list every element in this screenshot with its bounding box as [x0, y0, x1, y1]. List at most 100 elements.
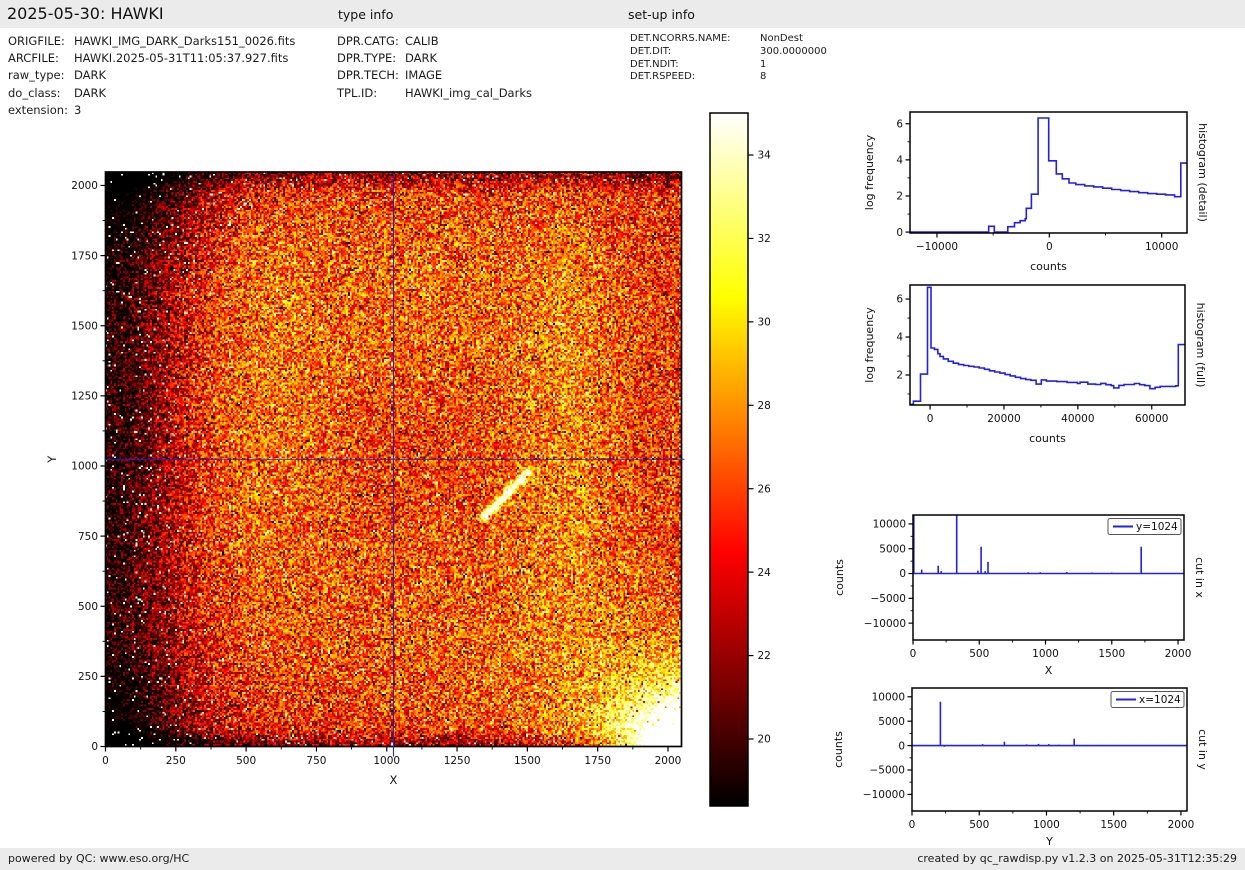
- svg-text:750: 750: [78, 531, 98, 543]
- svg-text:20: 20: [758, 734, 771, 746]
- plot-cut_y: 0 500 1000 1500 2000 −10000 −5000 0 5000 10000 Yco…: [832, 687, 1209, 848]
- plot-hist_detail: −10000 0 10000 0 2 4 6 counts log frequency histo…: [863, 111, 1209, 273]
- type-info-value: IMAGE: [405, 68, 443, 83]
- type-info-label: TPL.ID:: [337, 85, 378, 100]
- svg-text:10000: 10000: [872, 691, 905, 703]
- setup-info-value: 1: [760, 58, 767, 70]
- svg-text:30: 30: [758, 317, 771, 329]
- setup-info-value: 8: [760, 71, 767, 83]
- svg-text:−10000: −10000: [864, 618, 906, 630]
- setup-info-label: DET.NCORRS.NAME:: [630, 33, 731, 44]
- svg-text:32: 32: [758, 233, 771, 245]
- svg-text:y=1024: y=1024: [1136, 521, 1178, 533]
- svg-text:26: 26: [758, 483, 772, 495]
- cut_x-xlabel: X: [1045, 664, 1053, 677]
- svg-text:2000: 2000: [1168, 819, 1195, 831]
- svg-text:250: 250: [78, 671, 98, 683]
- svg-text:1250: 1250: [444, 755, 471, 767]
- setup-info-value: NonDest: [760, 33, 803, 44]
- svg-text:500: 500: [236, 755, 256, 767]
- type-info-label: DPR.TECH:: [337, 68, 399, 83]
- svg-text:28: 28: [758, 400, 771, 412]
- svg-text:2000: 2000: [1165, 648, 1192, 660]
- type-info-value: DARK: [405, 51, 438, 66]
- footer-created-by: created by qc_rawdisp.py v1.2.3 on 2025-…: [917, 852, 1237, 865]
- svg-text:1750: 1750: [71, 250, 98, 262]
- file-info-label: do_class:: [8, 85, 61, 100]
- setup-info-label: DET.RSPEED:: [630, 71, 696, 83]
- hist_full-line: [910, 286, 1185, 405]
- qc-report-page: { "header": { "title": "2025-05-30: HAWK…: [0, 0, 1245, 870]
- svg-text:5000: 5000: [878, 716, 905, 728]
- svg-text:1500: 1500: [1100, 819, 1127, 831]
- colorbar: [710, 113, 748, 806]
- svg-text:5000: 5000: [879, 543, 906, 555]
- svg-text:34: 34: [758, 150, 772, 162]
- setup-info-label: DET.NDIT:: [630, 58, 679, 70]
- file-info-label: extension:: [8, 102, 68, 117]
- header-bar: 2025-05-30: HAWKI type info set-up info: [0, 0, 1245, 28]
- hist_full-xlabel: counts: [1029, 432, 1066, 445]
- svg-text:0: 0: [898, 740, 905, 752]
- svg-text:2: 2: [896, 370, 903, 382]
- file-info-value: DARK: [74, 85, 107, 100]
- svg-text:1500: 1500: [71, 320, 98, 332]
- svg-text:0: 0: [102, 755, 109, 767]
- svg-text:0: 0: [896, 227, 903, 239]
- svg-text:10000: 10000: [873, 519, 906, 531]
- cut_y-legend: x=1024: [1110, 691, 1185, 708]
- hist_detail-xlabel: counts: [1030, 260, 1067, 273]
- page-title: 2025-05-30: HAWKI: [7, 4, 164, 23]
- raw-frame-xlabel: X: [390, 773, 398, 787]
- cut_x-side-label: cut in x: [1193, 557, 1206, 598]
- type-info-value: CALIB: [405, 34, 439, 48]
- file-info-value: HAWKI.2025-05-31T11:05:37.927.fits: [74, 51, 289, 66]
- svg-text:1750: 1750: [584, 755, 611, 767]
- svg-text:10000: 10000: [1145, 241, 1178, 253]
- file-info-label: ARCFILE:: [8, 51, 59, 66]
- svg-text:1000: 1000: [1033, 819, 1060, 831]
- svg-text:0: 0: [899, 568, 906, 580]
- type-info-heading: type info: [338, 7, 394, 22]
- type-info-label: DPR.TYPE:: [337, 51, 397, 66]
- svg-text:1250: 1250: [71, 391, 98, 403]
- plot-cut_x: 0 500 1000 1500 2000 −10000 −5000 0 5000 10000 Xco…: [833, 514, 1206, 677]
- plot-hist_full: 0 20000 40000 60000 2 4 6 counts log frequency hi…: [863, 284, 1207, 445]
- svg-text:1000: 1000: [71, 461, 98, 473]
- raw-frame-image: [105, 172, 681, 746]
- file-info-value: 3: [74, 102, 82, 117]
- svg-text:6: 6: [896, 294, 903, 306]
- cut_x-ylabel: counts: [833, 559, 846, 596]
- svg-text:1500: 1500: [514, 755, 541, 767]
- svg-text:2000: 2000: [655, 755, 682, 767]
- svg-text:−10000: −10000: [863, 789, 905, 801]
- svg-text:24: 24: [758, 567, 772, 579]
- type-info-label: DPR.CATG:: [337, 34, 399, 48]
- svg-text:750: 750: [306, 755, 326, 767]
- type-info-value: HAWKI_img_cal_Darks: [405, 85, 532, 100]
- raw-frame-ylabel: Y: [45, 455, 59, 464]
- svg-text:20000: 20000: [987, 413, 1020, 425]
- hist_detail-side-label: histogram (detail): [1196, 123, 1209, 222]
- hist_full-side-label: histogram (full): [1194, 303, 1207, 388]
- svg-text:250: 250: [166, 755, 186, 767]
- svg-text:0: 0: [1046, 241, 1053, 253]
- svg-text:0: 0: [91, 741, 98, 753]
- svg-text:0: 0: [910, 648, 917, 660]
- cut_y-xlabel: Y: [1045, 835, 1053, 848]
- svg-text:0: 0: [909, 819, 916, 831]
- svg-text:500: 500: [969, 819, 989, 831]
- cut_y-line: [912, 701, 1187, 747]
- svg-text:40000: 40000: [1061, 413, 1094, 425]
- svg-text:−10000: −10000: [916, 241, 958, 253]
- file-info-value: HAWKI_IMG_DARK_Darks151_0026.fits: [74, 34, 296, 48]
- svg-text:500: 500: [78, 601, 98, 613]
- hist_detail-line: [910, 117, 1187, 233]
- svg-text:1500: 1500: [1098, 648, 1125, 660]
- cut_y-side-label: cut in y: [1196, 729, 1209, 770]
- svg-text:22: 22: [758, 650, 771, 662]
- hist_full-ylabel: log frequency: [863, 307, 876, 383]
- footer-bar: powered by QC: www.eso.org/HC created by…: [0, 848, 1245, 870]
- svg-text:2: 2: [896, 191, 903, 203]
- svg-text:4: 4: [896, 332, 903, 344]
